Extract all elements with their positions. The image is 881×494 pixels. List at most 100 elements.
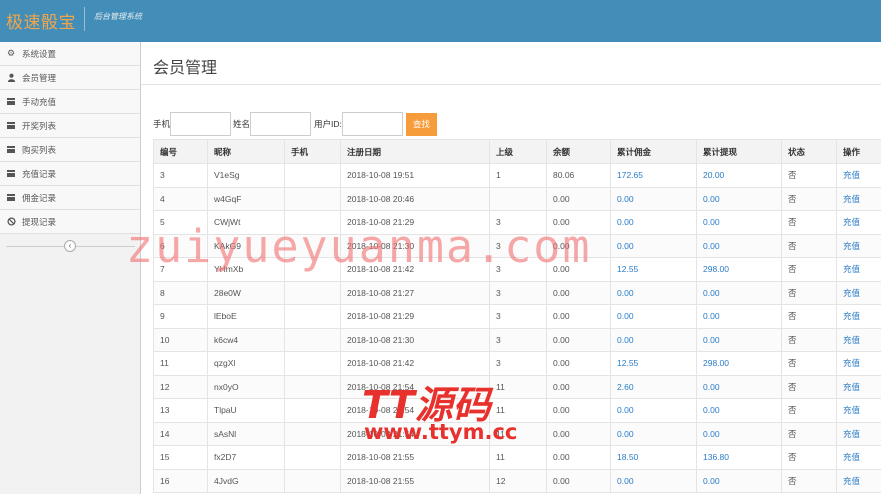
table-cell: KAkG9 xyxy=(207,233,285,258)
recharge-link[interactable]: 充值 xyxy=(836,445,881,470)
table-cell: 16 xyxy=(153,468,208,493)
brand-divider xyxy=(84,7,85,31)
sidebar-item-draw-list[interactable]: 开奖列表 xyxy=(0,114,140,138)
user-id-input[interactable] xyxy=(341,112,403,136)
table-cell: 0.00 xyxy=(546,398,611,423)
table-cell: 0.00 xyxy=(546,233,611,258)
table-cell: 0.00 xyxy=(546,280,611,305)
app-brand[interactable]: 极速骰宝 xyxy=(6,8,76,33)
list-icon xyxy=(6,169,16,179)
table-cell: 0.00 xyxy=(610,421,697,446)
recharge-link[interactable]: 充值 xyxy=(836,351,881,376)
table-cell: 0.00 xyxy=(696,186,782,211)
table-cell: 否 xyxy=(781,327,837,352)
table-cell: 0.00 xyxy=(610,468,697,493)
table-cell: 5 xyxy=(153,210,208,235)
table-cell: 2018-10-08 21:29 xyxy=(340,210,490,235)
column-header: 累计佣金 xyxy=(610,139,697,164)
table-cell: 0.00 xyxy=(546,257,611,282)
recharge-link[interactable]: 充值 xyxy=(836,163,881,188)
table-header-row: 编号 昵称 手机 注册日期 上级 余额 累计佣金 累计提现 状态 操作 xyxy=(153,139,881,164)
table-cell: 80.06 xyxy=(546,163,611,188)
table-cell: 0.00 xyxy=(610,398,697,423)
table-cell: 0.00 xyxy=(696,233,782,258)
recharge-link[interactable]: 充值 xyxy=(836,233,881,258)
table-row: 15 fx2D7 2018-10-08 21:55 11 0.00 18.50 136.80… xyxy=(153,445,881,470)
table-cell: 否 xyxy=(781,351,837,376)
table-cell: 4JvdG xyxy=(207,468,285,493)
table-cell xyxy=(489,186,547,211)
sidebar-item-label: 手动充值 xyxy=(22,96,57,107)
sidebar-item-label: 佣金记录 xyxy=(22,192,57,203)
table-cell xyxy=(284,210,341,235)
table-cell: 2018-10-08 21:29 xyxy=(340,304,490,329)
list-icon xyxy=(6,193,16,203)
table-cell: CWjWt xyxy=(207,210,285,235)
table-cell: 0.00 xyxy=(546,374,611,399)
list-icon xyxy=(6,121,16,131)
table-cell: 0.00 xyxy=(610,233,697,258)
sidebar-item-purchase-list[interactable]: 购买列表 xyxy=(0,138,140,162)
table-cell: 3 xyxy=(489,233,547,258)
table-cell: 14 xyxy=(153,421,208,446)
column-header: 注册日期 xyxy=(340,139,490,164)
table-cell: 否 xyxy=(781,421,837,446)
recharge-link[interactable]: 充值 xyxy=(836,186,881,211)
table-cell: 172.65 xyxy=(610,163,697,188)
name-input[interactable] xyxy=(250,112,312,136)
column-header: 累计提现 xyxy=(696,139,782,164)
table-cell: 2018-10-08 21:30 xyxy=(340,327,490,352)
table-cell: 0.00 xyxy=(696,398,782,423)
sidebar-item-manual-recharge[interactable]: 手动充值 xyxy=(0,90,140,114)
recharge-link[interactable]: 充值 xyxy=(836,374,881,399)
table-cell: sAsNl xyxy=(207,421,285,446)
table-cell: 否 xyxy=(781,186,837,211)
phone-input[interactable] xyxy=(170,112,232,136)
table-cell: 0.00 xyxy=(546,421,611,446)
recharge-link[interactable]: 充值 xyxy=(836,280,881,305)
sidebar-item-label: 系统设置 xyxy=(22,48,57,59)
recharge-link[interactable]: 充值 xyxy=(836,257,881,282)
table-cell: 3 xyxy=(489,210,547,235)
ban-icon xyxy=(6,217,16,227)
table-cell: 2018-10-08 20:46 xyxy=(340,186,490,211)
table-cell: 0.00 xyxy=(610,186,697,211)
table-row: 8 28e0W 2018-10-08 21:27 3 0.00 0.00 0.00 否充值 xyxy=(153,280,881,305)
recharge-link[interactable]: 充值 xyxy=(836,327,881,352)
table-row: 16 4JvdG 2018-10-08 21:55 12 0.00 0.00 0.00 否充值 xyxy=(153,468,881,493)
main-content: 会员管理 手机 姓名 用户ID : 查找 编号 昵称 手机 注册日期 上级 余额 累计佣金累… xyxy=(141,42,881,494)
recharge-link[interactable]: 充值 xyxy=(836,468,881,493)
table-cell: 0.00 xyxy=(696,327,782,352)
sidebar-item-system-settings[interactable]: ⚙ 系统设置 xyxy=(0,42,140,66)
table-cell: 13 xyxy=(153,398,208,423)
table-cell: 否 xyxy=(781,210,837,235)
sidebar-item-commission-records[interactable]: 佣金记录 xyxy=(0,186,140,210)
user-id-label: 用户ID xyxy=(314,119,340,129)
chevron-left-icon[interactable]: ‹ xyxy=(64,240,76,252)
table-cell: 298.00 xyxy=(696,351,782,376)
table-cell: 1 xyxy=(489,163,547,188)
table-cell xyxy=(284,421,341,446)
page-title: 会员管理 xyxy=(153,58,218,77)
sidebar-collapse-bar: ‹ xyxy=(6,240,135,252)
top-navbar: 极速骰宝 后台管理系统 xyxy=(0,0,881,42)
table-cell xyxy=(284,186,341,211)
table-cell xyxy=(284,257,341,282)
sidebar-item-recharge-records[interactable]: 充值记录 xyxy=(0,162,140,186)
search-button[interactable]: 查找 xyxy=(405,112,437,136)
table-cell: 否 xyxy=(781,374,837,399)
recharge-link[interactable]: 充值 xyxy=(836,304,881,329)
sidebar-item-withdraw-records[interactable]: 提现记录 xyxy=(0,210,140,234)
table-cell: qzgXl xyxy=(207,351,285,376)
table-cell: w4GqF xyxy=(207,186,285,211)
table-cell: 0.00 xyxy=(696,304,782,329)
sidebar-item-member-management[interactable]: 会员管理 xyxy=(0,66,140,90)
table-cell: 0.00 xyxy=(696,468,782,493)
gear-icon: ⚙ xyxy=(6,48,16,58)
recharge-link[interactable]: 充值 xyxy=(836,398,881,423)
table-cell: 否 xyxy=(781,445,837,470)
list-icon xyxy=(6,97,16,107)
table-cell: 2018-10-08 21:42 xyxy=(340,257,490,282)
recharge-link[interactable]: 充值 xyxy=(836,210,881,235)
recharge-link[interactable]: 充值 xyxy=(836,421,881,446)
